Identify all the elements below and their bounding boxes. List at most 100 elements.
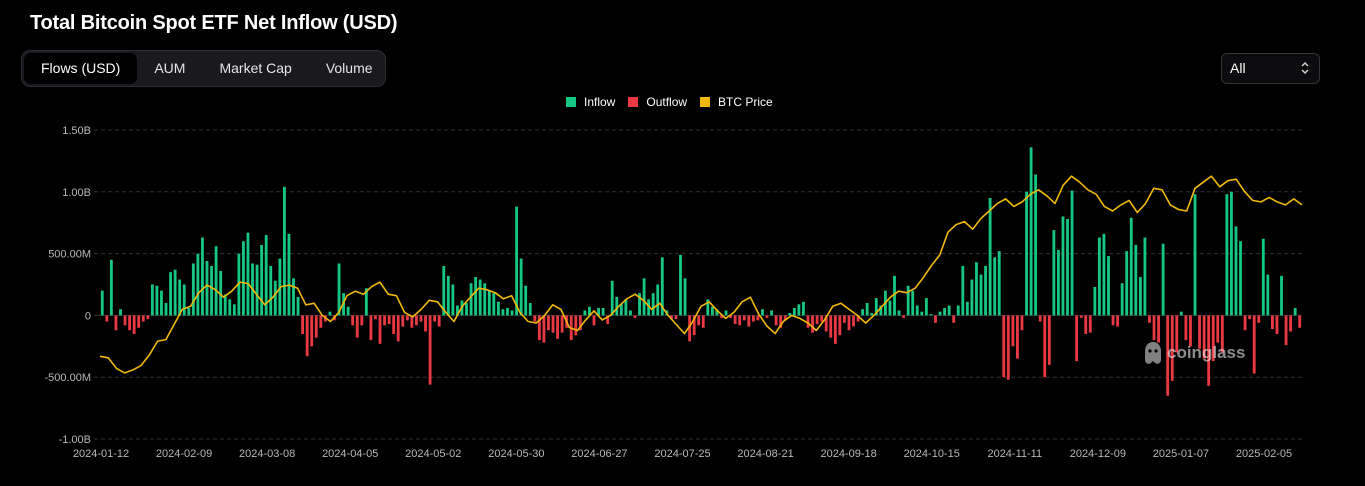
x-tick-label: 2025-02-05: [1236, 448, 1292, 460]
inflow-bar: [515, 206, 519, 316]
outflow-bar: [1006, 315, 1010, 380]
outflow-bar: [738, 315, 742, 326]
inflow-bar: [865, 303, 869, 316]
inflow-bar: [1107, 256, 1110, 316]
inflow-bar: [984, 265, 987, 316]
outflow-bar: [310, 315, 314, 347]
outflow-bar: [401, 315, 405, 327]
inflow-bar: [938, 311, 942, 316]
inflow-bar: [155, 285, 159, 316]
outflow-bar: [392, 315, 396, 334]
x-tick-label: 2024-07-25: [654, 448, 710, 460]
inflow-bar: [210, 265, 213, 316]
outflow-bar: [1298, 315, 1302, 328]
outflow-bar: [1116, 315, 1120, 327]
inflow-bar: [956, 305, 960, 316]
outflow-bar: [847, 315, 851, 331]
outflow-bar: [1184, 315, 1188, 341]
outflow-bar: [369, 315, 373, 341]
inflow-bar: [1052, 230, 1056, 316]
inflow-bar: [346, 306, 350, 316]
inflow-bar: [182, 284, 186, 316]
inflow-bar: [119, 309, 122, 316]
inflow-bar: [629, 310, 632, 316]
y-tick-label: 500.00M: [48, 249, 91, 261]
inflow-bar: [975, 262, 978, 316]
outflow-bar: [556, 315, 559, 339]
inflow-bar: [474, 277, 478, 316]
outflow-bar: [305, 315, 309, 357]
outflow-bar: [1152, 315, 1156, 341]
inflow-bar: [1066, 218, 1069, 316]
outflow-bar: [1111, 315, 1115, 326]
outflow-bar: [128, 315, 132, 331]
inflow-bar: [988, 197, 992, 316]
inflow-bar: [269, 265, 273, 316]
outflow-bar: [1075, 315, 1079, 362]
x-tick-label: 2024-12-09: [1070, 448, 1126, 460]
inflow-bar: [469, 283, 473, 316]
inflow-bar: [993, 257, 997, 316]
inflow-bar: [519, 258, 523, 316]
inflow-bar: [446, 275, 450, 316]
inflow-bar: [802, 301, 805, 316]
flow-chart: 1.50B 1.00B 500.00M 0 -500.00M -1.00B 2024-01-…: [45, 125, 1303, 460]
inflow-bar: [710, 306, 714, 316]
inflow-bar: [1261, 238, 1265, 316]
inflow-bar: [201, 237, 204, 316]
inflow-bar: [451, 284, 455, 316]
inflow-bar: [100, 290, 104, 316]
y-tick-label: 1.00B: [62, 187, 91, 199]
inflow-bar: [961, 265, 965, 316]
inflow-bar: [911, 290, 915, 316]
inflow-bar: [242, 241, 245, 316]
outflow-bar: [838, 315, 842, 336]
inflow-bar: [610, 280, 614, 316]
x-tick-label: 2024-03-08: [239, 448, 295, 460]
x-tick-label: 2024-08-21: [737, 448, 793, 460]
inflow-bar: [1125, 251, 1129, 316]
inflow-bar: [1239, 241, 1242, 316]
outflow-bar: [633, 315, 637, 318]
outflow-bar: [319, 315, 323, 328]
inflow-bar: [615, 296, 619, 316]
inflow-bar: [492, 293, 496, 316]
inflow-bar: [160, 290, 163, 316]
inflow-bar: [997, 251, 1001, 316]
outflow-bar: [1252, 315, 1256, 374]
x-tick-label: 2024-04-05: [322, 448, 378, 460]
outflow-bar: [146, 315, 150, 320]
y-tick-label: 1.50B: [62, 125, 91, 137]
inflow-bar: [169, 272, 172, 316]
inflow-bar: [1230, 191, 1233, 316]
inflow-bar: [1193, 194, 1197, 316]
inflow-bar: [196, 253, 200, 316]
x-tick-label: 2024-11-11: [987, 448, 1042, 460]
outflow-bar: [1243, 315, 1247, 331]
outflow-bar: [829, 315, 833, 338]
outflow-bar: [1043, 315, 1047, 378]
inflow-bar: [651, 293, 655, 316]
inflow-bar: [970, 279, 974, 316]
outflow-bar: [820, 315, 824, 322]
inflow-bar: [724, 310, 728, 316]
inflow-bar: [1061, 216, 1065, 316]
inflow-bar: [1225, 194, 1229, 316]
inflow-bar: [109, 259, 113, 316]
inflow-bar: [979, 274, 983, 316]
inflow-bar: [478, 279, 482, 316]
outflow-bar: [105, 315, 109, 322]
outflow-bar: [123, 315, 127, 326]
outflow-bar: [314, 315, 318, 338]
outflow-bar: [1284, 315, 1288, 346]
outflow-bar: [1248, 315, 1252, 320]
inflow-bar: [228, 299, 232, 316]
outflow-bar: [674, 315, 678, 320]
inflow-bar: [1070, 190, 1074, 316]
inflow-bar: [1102, 233, 1106, 316]
outflow-bar: [815, 315, 819, 325]
inflow-bar: [683, 278, 687, 316]
inflow-bar: [642, 278, 646, 316]
inflow-bar: [897, 310, 901, 316]
inflow-bar: [528, 303, 532, 316]
